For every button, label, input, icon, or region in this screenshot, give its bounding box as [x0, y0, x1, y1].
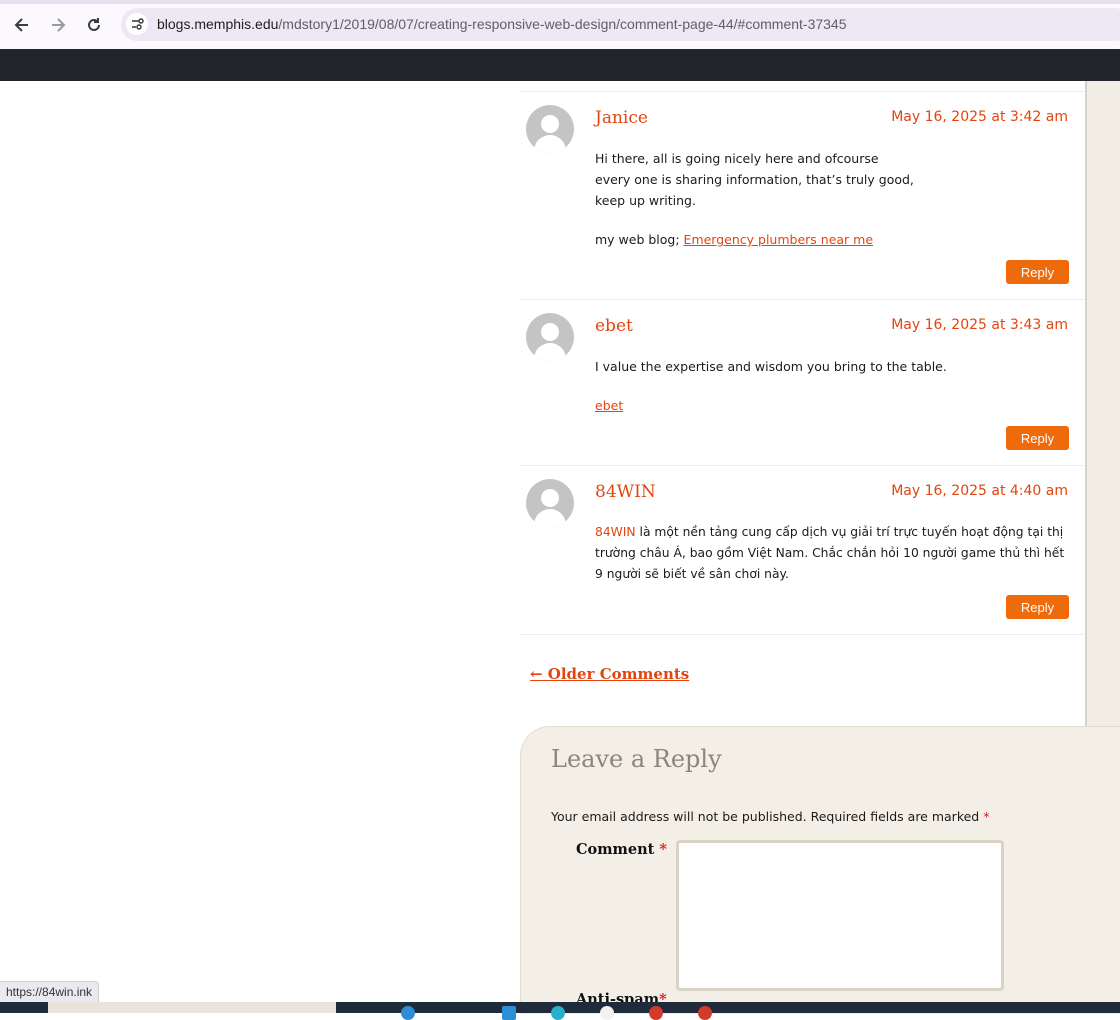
- comment-author[interactable]: Janice: [595, 108, 648, 128]
- older-comments-link[interactable]: ← Older Comments: [530, 665, 689, 683]
- avatar-icon: [526, 313, 574, 361]
- taskbar-app-icon[interactable]: [401, 1006, 415, 1020]
- reload-icon[interactable]: [82, 13, 106, 37]
- url-path: /mdstory1/2019/08/07/creating-responsive…: [278, 16, 847, 32]
- back-arrow-icon[interactable]: [10, 13, 34, 37]
- taskbar-window-thumbnail[interactable]: [48, 1002, 336, 1013]
- comment-textarea[interactable]: [676, 840, 1004, 991]
- taskbar-app-icon[interactable]: [502, 1006, 516, 1020]
- comment-author[interactable]: ebet: [595, 316, 633, 336]
- taskbar-app-icon[interactable]: [649, 1006, 663, 1020]
- reply-form-title: Leave a Reply: [551, 745, 722, 773]
- taskbar-app-icon[interactable]: [551, 1006, 565, 1020]
- comment-link-line: ebet: [595, 395, 623, 416]
- comment-link[interactable]: Emergency plumbers near me: [684, 232, 873, 247]
- site-header-bar: [0, 49, 1120, 81]
- reply-form: Leave a Reply Your email address will no…: [520, 726, 1120, 1014]
- required-mark: *: [659, 841, 668, 858]
- comment-line: 9 người sẽ biết về sân chơi này.: [595, 567, 789, 581]
- comment-text: Hi there, all is going nicely here and o…: [595, 148, 914, 211]
- comment-item: Janice May 16, 2025 at 3:42 am Hi there,…: [520, 91, 1084, 299]
- avatar-icon: [526, 479, 574, 527]
- site-info-icon[interactable]: [126, 13, 148, 35]
- form-notes: Your email address will not be published…: [551, 809, 989, 824]
- forward-arrow-icon[interactable]: [46, 13, 70, 37]
- comment-link-line: my web blog; Emergency plumbers near me: [595, 229, 873, 250]
- avatar-icon: [526, 105, 574, 153]
- reply-button[interactable]: Reply: [1006, 426, 1069, 450]
- comment-author[interactable]: 84WIN: [595, 482, 656, 502]
- comment-date[interactable]: May 16, 2025 at 3:42 am: [891, 109, 1068, 125]
- comment-line: Hi there, all is going nicely here and o…: [595, 151, 879, 166]
- comment-line: trường châu Á, bao gồm Việt Nam. Chắc ch…: [595, 546, 1065, 560]
- comment-line: every one is sharing information, that’s…: [595, 172, 914, 187]
- reply-button[interactable]: Reply: [1006, 260, 1069, 284]
- required-mark: *: [983, 809, 990, 824]
- tab-strip: [0, 0, 1120, 4]
- status-bar-url: https://84win.ink: [0, 981, 100, 1004]
- comment-link[interactable]: ebet: [595, 398, 623, 413]
- reply-button[interactable]: Reply: [1006, 595, 1069, 619]
- taskbar-app-icon[interactable]: [600, 1006, 614, 1020]
- comment-divider: [520, 634, 1084, 635]
- url-host: blogs.memphis.edu: [157, 16, 279, 32]
- comment-line: keep up writing.: [595, 193, 696, 208]
- link-prefix: my web blog;: [595, 232, 684, 247]
- taskbar-app-icon[interactable]: [698, 1006, 712, 1020]
- comment-label: Comment *: [576, 841, 667, 858]
- comment-line: là một nền tảng cung cấp dịch vụ giải tr…: [635, 525, 1064, 539]
- form-notes-text: Your email address will not be published…: [551, 809, 984, 824]
- comment-date[interactable]: May 16, 2025 at 3:43 am: [891, 317, 1068, 333]
- comment-label-text: Comment: [576, 841, 660, 858]
- comment-text: I value the expertise and wisdom you bri…: [595, 359, 947, 374]
- comment-text: 84WIN là một nền tảng cung cấp dịch vụ g…: [595, 522, 1064, 585]
- comment-date[interactable]: May 16, 2025 at 4:40 am: [891, 483, 1068, 499]
- url-text[interactable]: blogs.memphis.edu/mdstory1/2019/08/07/cr…: [157, 16, 847, 32]
- comment-inline-link[interactable]: 84WIN: [595, 525, 636, 539]
- comment-item: ebet May 16, 2025 at 3:43 am I value the…: [520, 299, 1084, 465]
- comment-item: 84WIN May 16, 2025 at 4:40 am 84WIN là m…: [520, 465, 1084, 634]
